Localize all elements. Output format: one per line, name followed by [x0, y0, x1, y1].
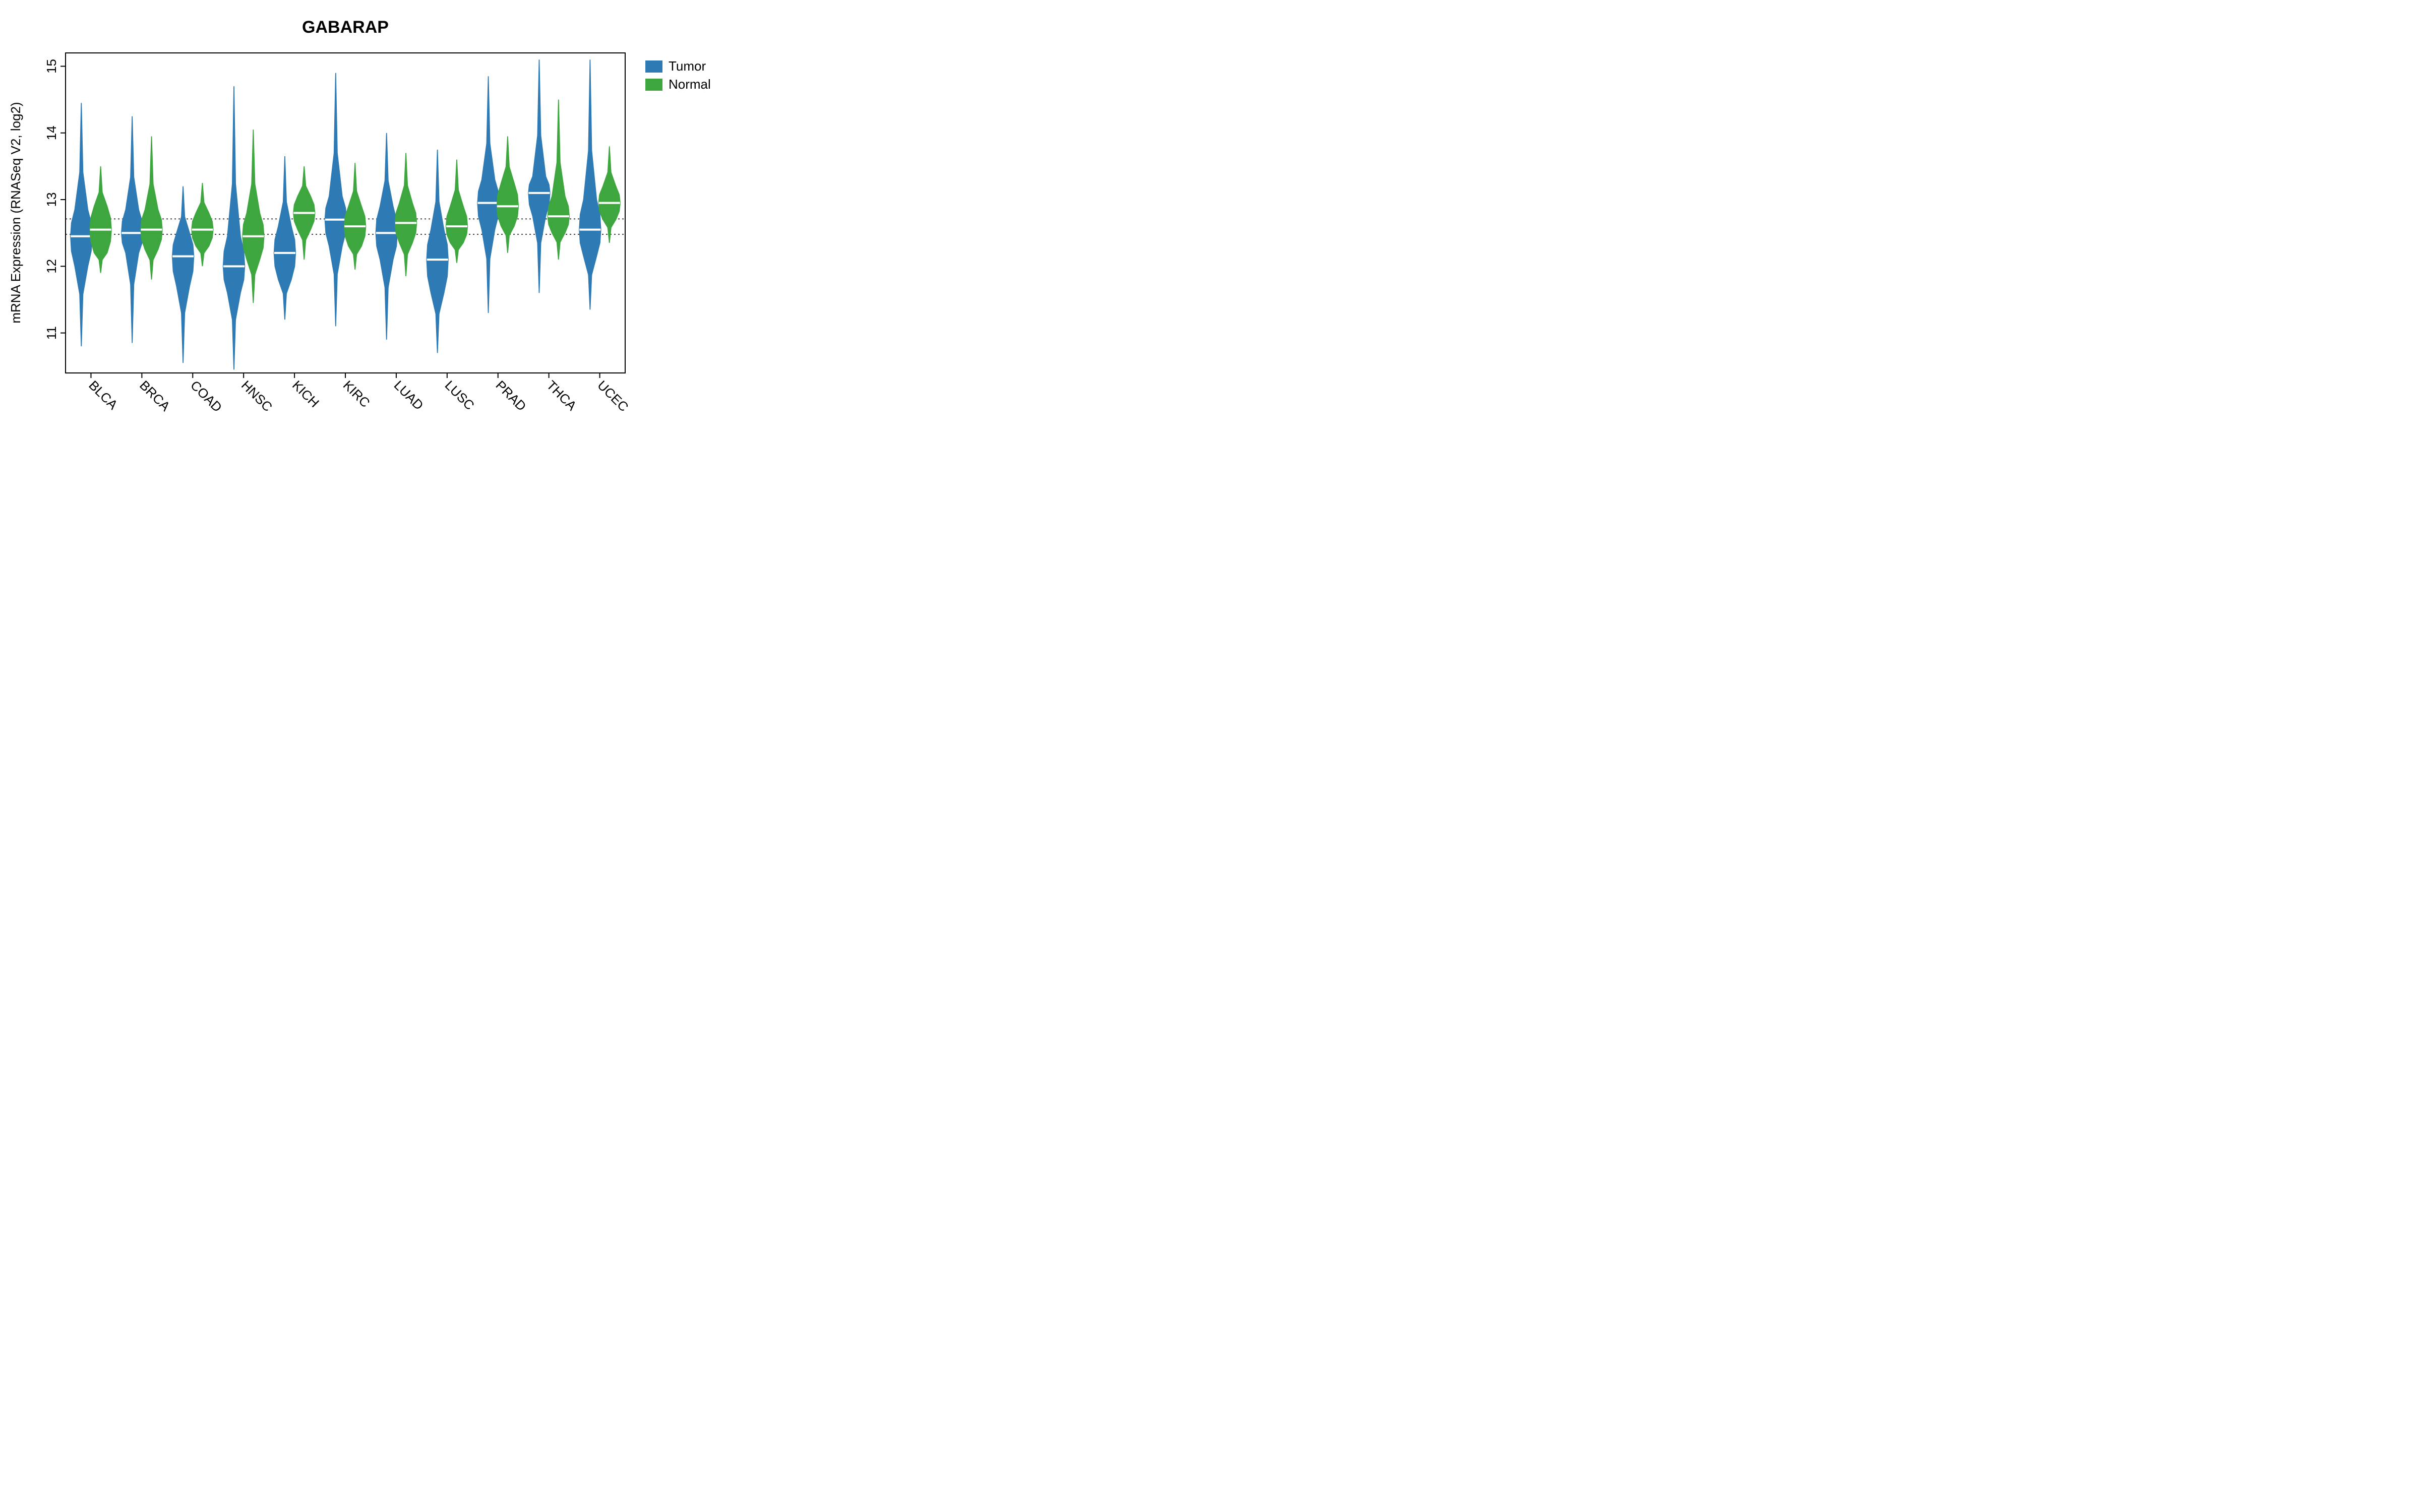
chart-svg: GABARAP 11 12 13 14 15 mRNA Expression (RNAS… [0, 0, 774, 484]
y-axis: 11 12 13 14 15 [44, 59, 66, 340]
x-tick-label: HNSC [238, 377, 275, 414]
y-tick-label: 12 [44, 259, 59, 274]
x-tick-label: PRAD [493, 377, 529, 414]
x-tick-label: KIRC [340, 377, 373, 410]
x-tick-label: BRCA [137, 377, 173, 414]
x-tick-label: UCEC [594, 377, 631, 414]
violin-tumor [70, 103, 92, 346]
x-tick-label: COAD [188, 377, 225, 415]
violin-normal [191, 183, 213, 266]
violin-normal [548, 100, 570, 260]
violin-normal [140, 136, 162, 279]
y-axis-label: mRNA Expression (RNASeq V2, log2) [8, 102, 23, 323]
violin-tumor [528, 59, 550, 293]
y-tick-label: 14 [44, 125, 59, 140]
violin-tumor [376, 133, 398, 340]
violin-tumor [477, 76, 499, 313]
legend-label-normal: Normal [669, 77, 711, 92]
violin-normal [497, 136, 519, 253]
y-tick-label: 13 [44, 193, 59, 207]
violin-normal [598, 146, 621, 243]
violin-normal [344, 163, 366, 270]
y-tick-label: 11 [44, 326, 59, 340]
violin-tumor [223, 86, 245, 369]
violin-tumor [274, 156, 296, 320]
chart-title: GABARAP [302, 18, 389, 37]
legend-swatch-tumor [645, 60, 662, 73]
x-tick-label: THCA [543, 377, 580, 414]
plot-panel [66, 53, 625, 373]
legend: Tumor Normal [645, 58, 711, 92]
violin-tumor [172, 186, 194, 363]
y-tick-label: 15 [44, 59, 59, 74]
x-tick-label: KICH [289, 377, 322, 410]
x-tick-label: BLCA [86, 377, 121, 413]
violin-group [70, 59, 621, 369]
violin-tumor [579, 59, 601, 309]
violin-normal [242, 130, 264, 303]
x-tick-label: LUAD [391, 377, 427, 413]
x-tick-label: LUSC [442, 377, 477, 413]
violin-normal [89, 166, 111, 273]
x-axis: BLCA BRCA COAD HNSC KICH KIRC LUAD LUSC PRAD THCA… [86, 373, 631, 415]
violin-normal [395, 153, 417, 276]
violin-tumor [325, 73, 347, 327]
legend-label-tumor: Tumor [669, 58, 706, 74]
violin-normal [446, 160, 468, 263]
violin-tumor [121, 116, 143, 343]
violin-tumor [426, 150, 448, 353]
legend-swatch-normal [645, 79, 662, 91]
